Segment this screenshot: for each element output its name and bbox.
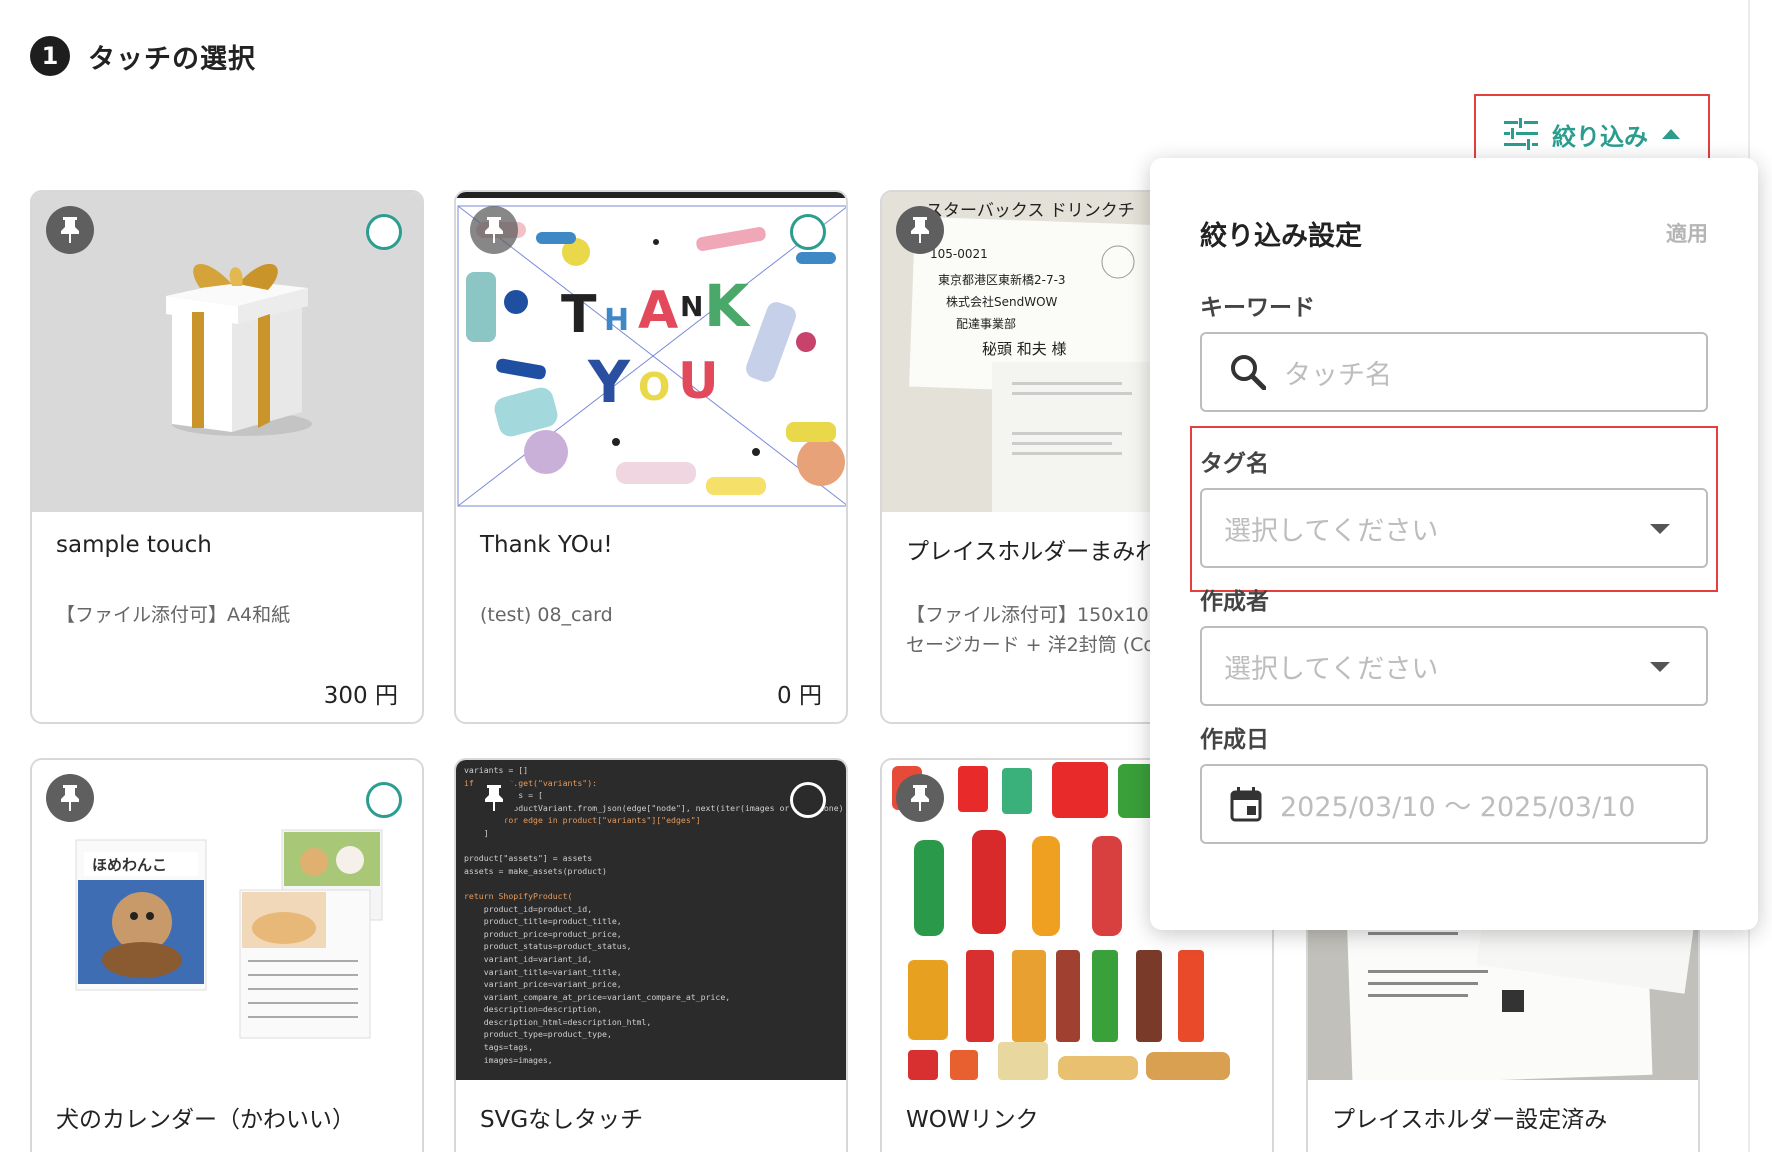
pin-button[interactable] — [470, 774, 518, 822]
pin-button[interactable] — [896, 774, 944, 822]
letter-line: 配達事業部 — [956, 316, 1016, 331]
pin-icon — [485, 217, 503, 243]
card-name: プレイスホルダーまみれ — [906, 539, 1159, 565]
author-placeholder: 選択してください — [1224, 653, 1439, 685]
calendar-icon — [1230, 787, 1262, 822]
pin-icon — [61, 785, 79, 811]
select-radio[interactable] — [366, 782, 402, 818]
letter-line: 東京都港区東新橋2-7-3 — [938, 272, 1066, 287]
letter-line: 秘頭 和夫 様 — [982, 340, 1067, 358]
step-header: 1 タッチの選択 — [30, 36, 256, 76]
code-line: product_type=product_type, — [464, 1029, 612, 1040]
code-line: variant_price=variant_price, — [464, 979, 622, 990]
pin-icon — [485, 785, 503, 811]
touch-card[interactable]: sample touch 【ファイル添付可】A4和紙 300 円 — [30, 190, 424, 724]
code-snippet: variants = [] if product.get("variants"):… — [464, 764, 844, 1066]
pin-button[interactable] — [896, 206, 944, 254]
you-letter-y: Y — [587, 348, 631, 416]
code-line: product["assets"] = assets — [464, 853, 593, 864]
select-radio[interactable] — [790, 782, 826, 818]
filter-panel: 絞り込み設定 適用 キーワード タッチ名 タグ名 選択してください 作成者 選択… — [1150, 158, 1758, 930]
pin-icon — [911, 785, 929, 811]
filter-panel-title: 絞り込み設定 — [1200, 221, 1362, 252]
keyword-input[interactable]: タッチ名 — [1200, 332, 1708, 412]
code-line: product_status=product_status, — [464, 941, 632, 952]
letter-line: 株式会社SendWOW — [946, 294, 1058, 309]
card-description: (test) 08_card — [480, 604, 613, 626]
card-description: 【ファイル添付可】150x10 セージカード + 洋2封筒 (Co — [906, 600, 1155, 660]
dropdown-caret-icon — [1650, 662, 1670, 672]
code-line: variants = [] — [464, 765, 529, 775]
thank-letter-a: A — [638, 281, 678, 341]
code-line: assets = make_assets(product) — [464, 865, 607, 876]
tag-placeholder: 選択してください — [1224, 515, 1439, 547]
code-line: product_title=product_title, — [464, 916, 622, 927]
card-price: 300 円 — [323, 683, 398, 709]
pin-button[interactable] — [46, 206, 94, 254]
pin-button[interactable] — [46, 774, 94, 822]
thank-letter-h: H — [604, 303, 629, 338]
code-line: variant_id=variant_id, — [464, 953, 593, 964]
pin-button[interactable] — [470, 206, 518, 254]
apply-button[interactable]: 適用 — [1666, 218, 1708, 248]
pin-icon — [61, 217, 79, 243]
card-name: Thank YOu! — [480, 532, 613, 558]
touch-card[interactable]: T H A N K Y O U Thank YOu! (test) 08_car… — [454, 190, 848, 724]
author-label: 作成者 — [1200, 589, 1269, 615]
calendar-title: ほめわんこ — [92, 856, 167, 874]
step-title: タッチの選択 — [88, 43, 256, 75]
filter-toggle-label: 絞り込み — [1552, 122, 1648, 151]
card-name: SVGなしタッチ — [480, 1107, 644, 1133]
created-date-placeholder: 2025/03/10 〜 2025/03/10 — [1280, 791, 1636, 823]
card-name: WOWリンク — [906, 1107, 1039, 1133]
step-number-badge: 1 — [30, 36, 70, 76]
code-line: product_id=product_id, — [464, 903, 593, 914]
letter-line: 105-0021 — [930, 247, 988, 261]
code-line: description=description, — [464, 1004, 603, 1015]
tag-label: タグ名 — [1200, 451, 1269, 477]
created-date-label: 作成日 — [1200, 727, 1269, 753]
card-price: 0 円 — [777, 683, 822, 709]
code-line: if product.get("variants"): — [464, 777, 598, 788]
thank-letter-k: K — [704, 272, 751, 340]
code-line: return ShopifyProduct( — [464, 890, 573, 901]
code-line: description_html=description_html, — [464, 1016, 652, 1027]
card-description-line: 【ファイル添付可】150x10 — [906, 604, 1149, 626]
code-line: product_price=product_price, — [464, 928, 622, 939]
author-select[interactable]: 選択してください — [1200, 626, 1708, 706]
card-banner-text: スターバックス ドリンクチ — [926, 201, 1135, 221]
code-line: ] — [464, 827, 489, 838]
touch-card[interactable]: ほめわんこ 犬のカレンダー（かわいい） — [30, 758, 424, 1152]
keyword-placeholder: タッチ名 — [1284, 359, 1392, 391]
code-line: variant_title=variant_title, — [464, 966, 622, 977]
chevron-up-icon — [1662, 129, 1680, 139]
dropdown-caret-icon — [1650, 524, 1670, 534]
select-radio[interactable] — [790, 214, 826, 250]
pin-icon — [911, 217, 929, 243]
code-line: ProductVariant.from_json(edge["node"], n… — [464, 802, 844, 813]
keyword-label: キーワード — [1200, 295, 1315, 321]
card-description: 【ファイル添付可】A4和紙 — [56, 604, 291, 626]
tune-icon — [1504, 118, 1538, 150]
code-line: variant_compare_at_price=variant_compare… — [464, 991, 731, 1002]
you-letter-o: O — [638, 365, 670, 409]
card-name: プレイスホルダー設定済み — [1332, 1107, 1608, 1133]
you-letter-u: U — [678, 352, 719, 410]
code-line: for edge in product["variants"]["edges"] — [464, 815, 701, 826]
card-description-line: セージカード + 洋2封筒 (Co — [906, 634, 1156, 656]
thank-letter-t: T — [561, 285, 597, 345]
created-date-range-input[interactable]: 2025/03/10 〜 2025/03/10 — [1200, 764, 1708, 844]
tag-select[interactable]: 選択してください — [1200, 488, 1708, 568]
search-icon — [1231, 355, 1266, 390]
thank-letter-n: N — [680, 290, 703, 323]
card-name: 犬のカレンダー（かわいい） — [56, 1107, 355, 1133]
touch-card[interactable]: variants = [] if product.get("variants"):… — [454, 758, 848, 1152]
select-radio[interactable] — [366, 214, 402, 250]
code-line: images=images, — [464, 1054, 553, 1065]
card-name: sample touch — [56, 532, 212, 558]
code-line: variants = [ — [484, 790, 543, 801]
code-line: tags=tags, — [464, 1042, 534, 1053]
